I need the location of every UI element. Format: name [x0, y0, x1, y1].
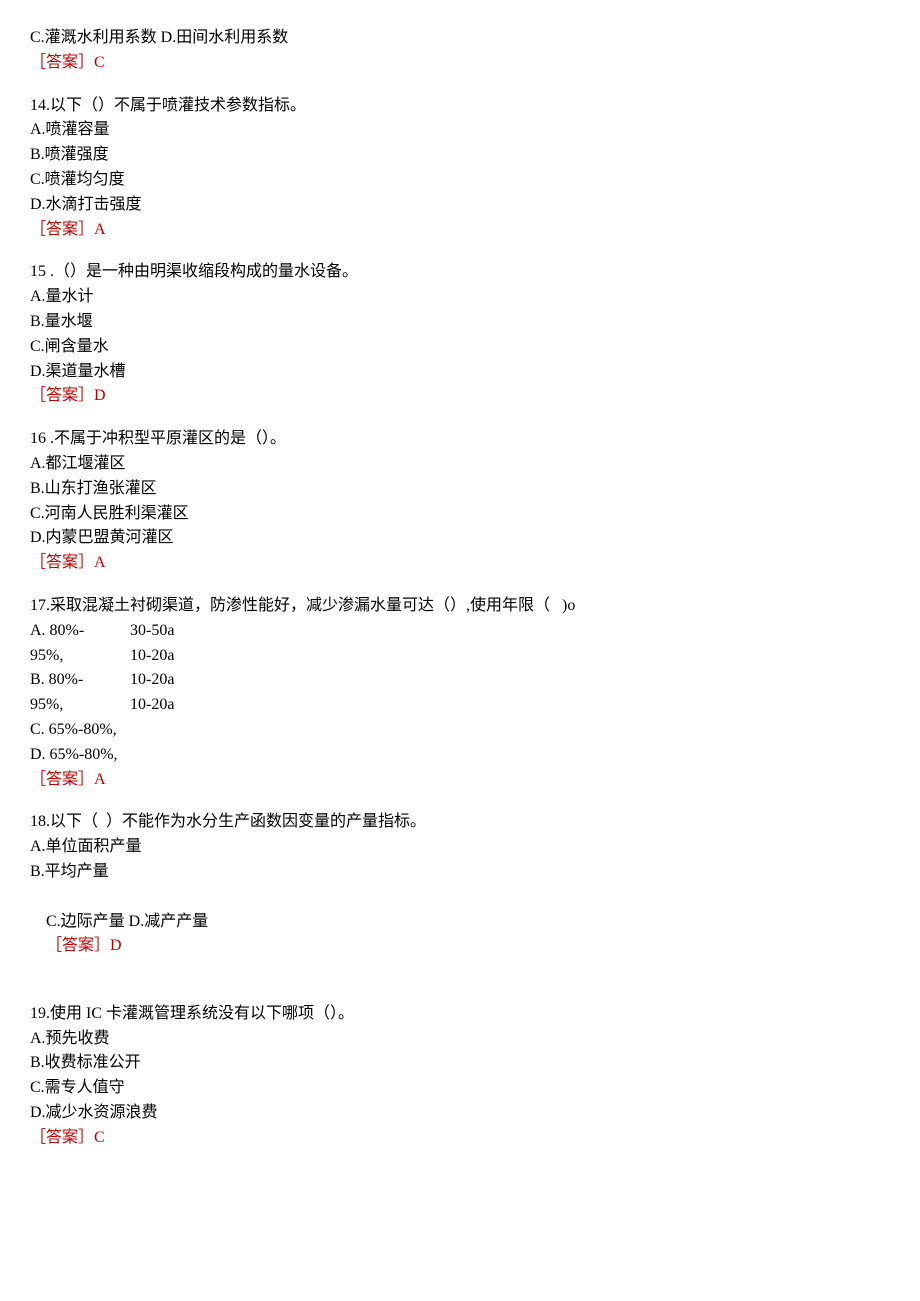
q14-option-b: B.喷灌强度 [30, 143, 890, 168]
q17-col1-r5: C. 65%-80%, [30, 718, 130, 743]
q14-option-c: C.喷灌均匀度 [30, 168, 890, 193]
q17-col2: 30-50a 10-20a 10-20a 10-20a [130, 619, 230, 768]
q17-col2-r4: 10-20a [130, 693, 230, 718]
q17: 17.采取混凝土衬砌渠道，防渗性能好，减少渗漏水量可达（）,使用年限（ )o A… [30, 594, 890, 792]
q17-col1-r3: B. 80%- [30, 668, 130, 693]
q17-col2-r3: 10-20a [130, 668, 230, 693]
q18-answer: ［答案］D [46, 937, 122, 954]
q17-col1-r4: 95%, [30, 693, 130, 718]
q13-tail: C.灌溉水利用系数 D.田间水利用系数 ［答案］C [30, 26, 890, 76]
q14-stem: 14.以下（）不属于喷灌技术参数指标。 [30, 94, 890, 119]
q17-options-row: A. 80%- 95%, B. 80%- 95%, C. 65%-80%, D.… [30, 619, 890, 768]
q16-answer: ［答案］A [30, 551, 890, 576]
q18-option-b: B.平均产量 [30, 860, 890, 885]
q17-col2-r2: 10-20a [130, 644, 230, 669]
q17-col1-r1: A. 80%- [30, 619, 130, 644]
q19-answer: ［答案］C [30, 1126, 890, 1151]
q17-stem: 17.采取混凝土衬砌渠道，防渗性能好，减少渗漏水量可达（）,使用年限（ )o [30, 594, 890, 619]
q16-option-c: C.河南人民胜利渠灌区 [30, 502, 890, 527]
q16-stem: 16 .不属于冲积型平原灌区的是（）。 [30, 427, 890, 452]
q14-option-a: A.喷灌容量 [30, 118, 890, 143]
q18-option-cd: C.边际产量 D.减产产量 [46, 913, 208, 930]
q19: 19.使用 IC 卡灌溉管理系统没有以下哪项（）。 A.预先收费 B.收费标准公… [30, 1002, 890, 1151]
q15-option-b: B.量水堰 [30, 310, 890, 335]
q18-option-a: A.单位面积产量 [30, 835, 890, 860]
q17-answer: ［答案］A [30, 768, 890, 793]
q16-option-b: B.山东打渔张灌区 [30, 477, 890, 502]
q14-answer: ［答案］A [30, 218, 890, 243]
q17-col1-r2: 95%, [30, 644, 130, 669]
q19-option-b: B.收费标准公开 [30, 1051, 890, 1076]
q13-answer: ［答案］C [30, 51, 890, 76]
q18-stem: 18.以下（ ）不能作为水分生产函数因变量的产量指标。 [30, 810, 890, 835]
q15: 15 .（）是一种由明渠收缩段构成的量水设备。 A.量水计 B.量水堰 C.闸含… [30, 260, 890, 409]
q18: 18.以下（ ）不能作为水分生产函数因变量的产量指标。 A.单位面积产量 B.平… [30, 810, 890, 984]
q19-option-c: C.需专人值守 [30, 1076, 890, 1101]
q16-option-a: A.都江堰灌区 [30, 452, 890, 477]
q19-option-a: A.预先收费 [30, 1027, 890, 1052]
q15-option-a: A.量水计 [30, 285, 890, 310]
q19-option-d: D.减少水资源浪费 [30, 1101, 890, 1126]
q15-stem: 15 .（）是一种由明渠收缩段构成的量水设备。 [30, 260, 890, 285]
q18-option-cd-line: C.边际产量 D.减产产量 ［答案］D [30, 885, 890, 984]
q17-col1: A. 80%- 95%, B. 80%- 95%, C. 65%-80%, D.… [30, 619, 130, 768]
q14: 14.以下（）不属于喷灌技术参数指标。 A.喷灌容量 B.喷灌强度 C.喷灌均匀… [30, 94, 890, 243]
q16: 16 .不属于冲积型平原灌区的是（）。 A.都江堰灌区 B.山东打渔张灌区 C.… [30, 427, 890, 576]
q15-option-c: C.闸含量水 [30, 335, 890, 360]
q13-option-cd: C.灌溉水利用系数 D.田间水利用系数 [30, 26, 890, 51]
q15-option-d: D.渠道量水槽 [30, 360, 890, 385]
q14-option-d: D.水滴打击强度 [30, 193, 890, 218]
q16-option-d: D.内蒙巴盟黄河灌区 [30, 526, 890, 551]
q15-answer: ［答案］D [30, 384, 890, 409]
q17-col1-r6: D. 65%-80%, [30, 743, 130, 768]
q17-col2-r1: 30-50a [130, 619, 230, 644]
q19-stem: 19.使用 IC 卡灌溉管理系统没有以下哪项（）。 [30, 1002, 890, 1027]
